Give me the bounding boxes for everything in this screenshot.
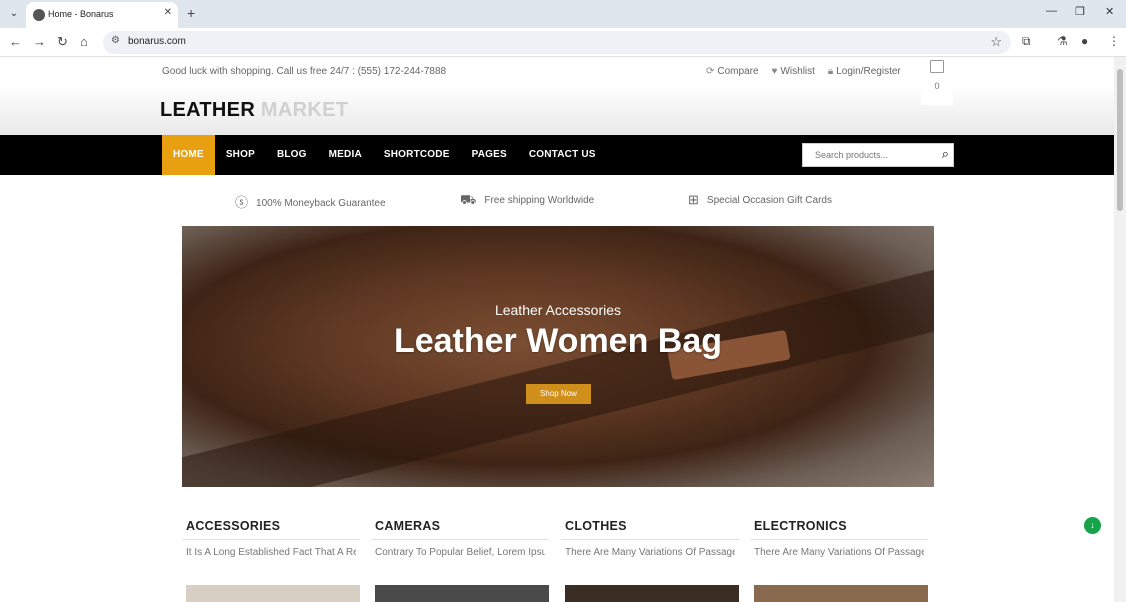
search-icon[interactable]: ⌕ xyxy=(942,146,949,162)
reload-icon[interactable]: ↻ xyxy=(57,34,68,50)
category-title: ACCESSORIES xyxy=(182,519,360,540)
truck-icon: ⛟ xyxy=(460,192,477,207)
header-links: ⟳ Compare ♥ Wishlist 🔒︎ Login/Register xyxy=(706,66,901,77)
main-menu: HOME SHOP BLOG MEDIA SHORTCODE PAGES CON… xyxy=(162,135,607,175)
feature-shipping: ⛟ Free shipping Worldwide xyxy=(460,192,594,210)
restore-icon[interactable]: ❐ xyxy=(1075,5,1085,18)
shop-now-button[interactable]: Shop Now xyxy=(526,384,591,404)
shopping-bag-icon xyxy=(930,60,944,73)
scroll-thumb[interactable] xyxy=(1117,69,1123,211)
gift-icon: ⊞ xyxy=(688,192,699,207)
promo-text: Good luck with shopping. Call us free 24… xyxy=(162,66,447,77)
compare-link[interactable]: ⟳ Compare xyxy=(706,66,759,77)
login-register-link[interactable]: 🔒︎ Login/Register xyxy=(828,66,901,77)
search-box: ⌕ xyxy=(802,143,954,167)
browser-tab[interactable]: Home - Bonarus ✕ xyxy=(26,2,178,28)
chat-widget-icon[interactable]: ↓ xyxy=(1084,517,1101,534)
hero-subtitle: Leather Accessories xyxy=(494,302,622,318)
search-input[interactable] xyxy=(803,144,928,166)
wishlist-link[interactable]: ♥ Wishlist xyxy=(772,66,815,77)
compare-label: Compare xyxy=(717,66,759,77)
category-title: ELECTRONICS xyxy=(750,519,928,540)
back-icon[interactable]: ← xyxy=(9,34,22,49)
category-accessories[interactable]: ACCESSORIES It Is A Long Established Fac… xyxy=(182,519,360,602)
nav-pages[interactable]: PAGES xyxy=(461,135,518,175)
home-icon[interactable]: ⌂ xyxy=(80,34,88,49)
cart-button[interactable]: 0 xyxy=(921,57,953,105)
extensions-icon[interactable]: ⧉ xyxy=(1022,34,1031,49)
site-logo[interactable]: LEATHER MARKET xyxy=(160,99,348,122)
category-desc: There Are Many Variations Of Passages xyxy=(754,547,924,558)
category-clothes[interactable]: CLOTHES There Are Many Variations Of Pas… xyxy=(561,519,739,602)
hero-banner: Leather Accessories Leather Women Bag Sh… xyxy=(182,226,934,487)
url-text: bonarus.com xyxy=(128,36,186,47)
feature-moneyback: ⓢ 100% Moneyback Guarantee xyxy=(235,192,386,211)
category-image[interactable] xyxy=(754,585,928,602)
bookmark-star-icon[interactable]: ☆ xyxy=(990,34,1002,50)
profile-icon[interactable]: ● xyxy=(1081,34,1088,48)
nav-shop[interactable]: SHOP xyxy=(215,135,266,175)
feature-label: Special Occasion Gift Cards xyxy=(706,195,832,206)
logo-part1: LEATHER xyxy=(160,99,256,121)
category-cameras[interactable]: CAMERAS Contrary To Popular Belief, Lore… xyxy=(371,519,549,602)
category-desc: Contrary To Popular Belief, Lorem Ipsu xyxy=(375,547,545,558)
hero-title: Leather Women Bag xyxy=(393,322,723,360)
nav-shortcode[interactable]: SHORTCODE xyxy=(373,135,461,175)
category-title: CAMERAS xyxy=(371,519,549,540)
main-nav: HOME SHOP BLOG MEDIA SHORTCODE PAGES CON… xyxy=(0,135,1114,175)
browser-toolbar: ← → ↻ ⌂ ⚙ bonarus.com ☆ ⧉ ⚗ ● ⋮ xyxy=(0,28,1126,57)
category-desc: There Are Many Variations Of Passages xyxy=(565,547,735,558)
page-scrollbar[interactable] xyxy=(1114,57,1126,602)
wishlist-label: Wishlist xyxy=(780,66,815,77)
features-bar: ⓢ 100% Moneyback Guarantee ⛟ Free shipping… xyxy=(0,175,1114,225)
nav-contact-us[interactable]: CONTACT US xyxy=(518,135,607,175)
feature-label: Free shipping Worldwide xyxy=(484,195,595,206)
globe-icon xyxy=(33,9,45,21)
heart-icon: ♥ xyxy=(771,66,778,77)
feature-gift-cards: ⊞ Special Occasion Gift Cards xyxy=(688,192,832,208)
category-title: CLOTHES xyxy=(561,519,739,540)
feature-label: 100% Moneyback Guarantee xyxy=(256,198,386,209)
nav-media[interactable]: MEDIA xyxy=(318,135,373,175)
category-desc: It Is A Long Established Fact That A Rea xyxy=(186,547,356,558)
logo-part2: MARKET xyxy=(260,99,349,121)
forward-icon[interactable]: → xyxy=(33,34,46,49)
minimize-icon[interactable]: — xyxy=(1046,5,1057,17)
nav-blog[interactable]: BLOG xyxy=(266,135,318,175)
menu-dots-icon[interactable]: ⋮ xyxy=(1108,34,1120,48)
dollar-icon: ⓢ xyxy=(235,195,249,210)
close-tab-icon[interactable]: ✕ xyxy=(164,7,172,18)
address-bar[interactable]: ⚙ bonarus.com ☆ xyxy=(103,31,1011,54)
browser-tabbar: ⌄ Home - Bonarus ✕ + — ❐ ✕ xyxy=(0,0,1126,28)
tab-title: Home - Bonarus xyxy=(48,9,114,19)
new-tab-icon[interactable]: + xyxy=(187,5,195,21)
site-info-icon[interactable]: ⚙ xyxy=(111,35,120,46)
login-label: Login/Register xyxy=(836,66,901,77)
site-header: Good luck with shopping. Call us free 24… xyxy=(0,57,1114,135)
category-image[interactable] xyxy=(565,585,739,602)
cart-count: 0 xyxy=(934,81,940,91)
close-window-icon[interactable]: ✕ xyxy=(1105,5,1114,18)
tab-search-icon[interactable]: ⌄ xyxy=(6,6,22,22)
webpage: Good luck with shopping. Call us free 24… xyxy=(0,57,1114,602)
refresh-icon: ⟳ xyxy=(706,66,715,77)
lock-icon: 🔒︎ xyxy=(827,66,834,77)
category-image[interactable] xyxy=(186,585,360,602)
category-electronics[interactable]: ELECTRONICS There Are Many Variations Of… xyxy=(750,519,928,602)
category-image[interactable] xyxy=(375,585,549,602)
nav-home[interactable]: HOME xyxy=(162,135,215,175)
labs-icon[interactable]: ⚗ xyxy=(1057,34,1068,48)
